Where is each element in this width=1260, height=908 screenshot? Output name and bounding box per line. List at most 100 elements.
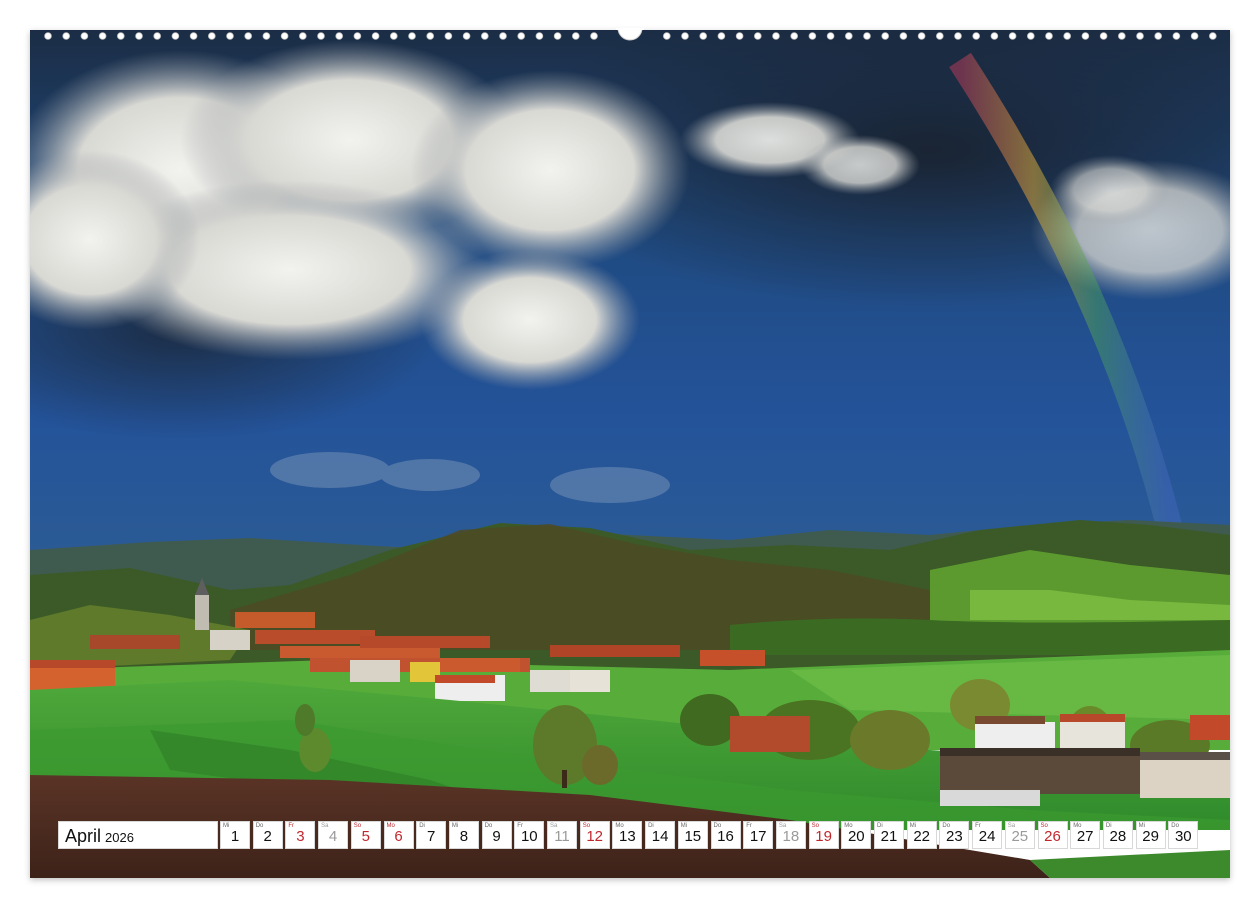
day-cell: So 19 <box>808 821 839 849</box>
day-number: 28 <box>1109 828 1127 845</box>
binding-hole <box>808 32 817 40</box>
binding-hole <box>426 32 435 40</box>
day-cell: Do 16 <box>710 821 741 849</box>
month-label: April 2026 <box>58 821 218 849</box>
day-number: 23 <box>946 828 963 845</box>
binding-hole <box>1045 32 1053 40</box>
day-cell: Mo 27 <box>1070 821 1101 849</box>
binding-hole <box>1026 32 1035 40</box>
binding-hole <box>899 32 908 40</box>
binding-hole <box>371 32 380 40</box>
day-number: 20 <box>847 828 865 845</box>
day-number: 22 <box>913 828 931 845</box>
binding-hole <box>480 32 489 40</box>
day-cell: Mi 29 <box>1135 821 1166 849</box>
binding-hole <box>389 32 398 40</box>
binding-hole <box>80 32 89 40</box>
day-cell: So 26 <box>1037 821 1068 849</box>
binding-hole <box>353 32 362 40</box>
day-cell: Sa 11 <box>547 821 577 849</box>
day-cell: Mo 20 <box>841 821 872 849</box>
binding-hole <box>62 32 70 40</box>
day-cell: Fr 3 <box>285 821 316 849</box>
day-cell: Mi 8 <box>448 821 479 849</box>
binding-hole <box>1154 32 1162 40</box>
binding-hole <box>935 32 944 40</box>
day-cell: Sa 18 <box>775 821 806 849</box>
binding-hole <box>444 32 453 40</box>
day-number: 15 <box>684 828 702 845</box>
binding-hole <box>790 32 798 40</box>
landscape-photo <box>30 30 1230 878</box>
day-cell: Do 9 <box>481 821 512 849</box>
binding-hole <box>863 32 871 40</box>
binding-hole <box>462 32 471 40</box>
binding-hole <box>1172 32 1181 40</box>
binding-hole <box>1190 32 1199 40</box>
binding-hole <box>280 32 289 40</box>
binding-hole <box>1008 32 1017 40</box>
binding-hole <box>298 32 307 40</box>
binding-hole <box>954 32 962 40</box>
binding-hole <box>335 32 344 40</box>
day-number: 25 <box>1011 828 1029 845</box>
binding-hole <box>735 32 744 40</box>
binding-hole <box>226 32 234 40</box>
day-cell: So 12 <box>579 821 610 849</box>
day-cell: Do 30 <box>1168 821 1199 849</box>
day-number: 5 <box>361 828 370 845</box>
binding-hole <box>535 32 544 40</box>
day-number: 16 <box>717 828 734 845</box>
binding-hole <box>553 32 562 40</box>
day-number: 27 <box>1076 828 1094 845</box>
day-number: 17 <box>749 828 767 845</box>
binding-hole <box>1063 32 1071 40</box>
day-cell: Di 7 <box>416 821 447 849</box>
binding-hole <box>753 32 762 40</box>
spiral-binding <box>44 28 1217 41</box>
binding-hole <box>917 32 926 40</box>
binding-hole <box>44 32 52 40</box>
day-cell: Sa 25 <box>1004 821 1035 849</box>
binding-hole <box>1099 32 1108 40</box>
binding-hole <box>408 32 416 40</box>
day-number: 12 <box>586 828 604 845</box>
day-number: 6 <box>394 828 403 845</box>
binding-hole <box>972 32 980 40</box>
day-number: 3 <box>296 828 305 845</box>
day-number: 2 <box>263 828 272 845</box>
day-number: 4 <box>328 828 338 845</box>
day-cell: So 5 <box>350 821 381 849</box>
day-number: 13 <box>619 828 636 845</box>
binding-hole <box>772 32 780 40</box>
day-cell: Mo 6 <box>383 821 414 849</box>
day-cell: Do 2 <box>252 821 283 849</box>
day-cell: Mo 13 <box>612 821 643 849</box>
binding-hole <box>517 32 526 40</box>
binding-hole <box>826 32 835 40</box>
day-cell: Mi 15 <box>677 821 708 849</box>
day-number: 11 <box>554 828 570 845</box>
binding-hole <box>681 32 689 40</box>
day-cell: Fr 10 <box>514 821 545 849</box>
village-rainbow-illustration <box>30 30 1230 878</box>
day-number: 24 <box>978 828 996 845</box>
binding-hole <box>153 32 161 40</box>
day-cell: Di 21 <box>874 821 904 849</box>
day-cell: Fr 24 <box>972 821 1003 849</box>
binding-hole <box>135 32 143 40</box>
binding-hole <box>244 32 253 40</box>
day-number: 14 <box>651 828 669 845</box>
binding-hole <box>262 32 271 40</box>
binding-hole <box>98 32 107 40</box>
binding-hole <box>189 32 198 40</box>
day-cell: Do 23 <box>939 821 970 849</box>
binding-hole <box>499 32 507 40</box>
month-year: 2026 <box>105 830 134 845</box>
day-number: 10 <box>520 828 538 845</box>
day-number: 19 <box>815 828 832 845</box>
binding-hole <box>1136 32 1144 40</box>
day-number: 7 <box>427 828 436 845</box>
day-number: 26 <box>1044 828 1061 845</box>
binding-hole <box>990 32 999 40</box>
